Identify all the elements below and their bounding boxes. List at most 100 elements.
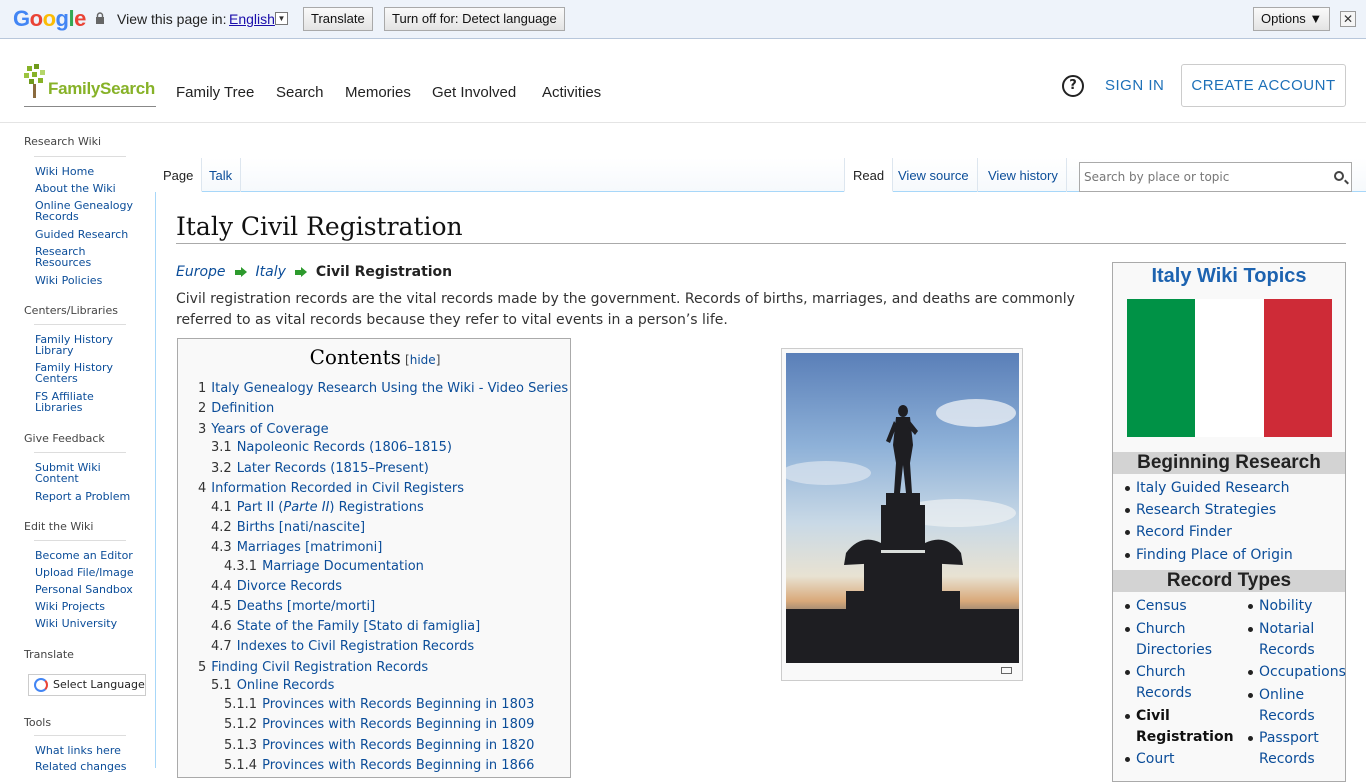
sidebar-item-upload-file[interactable]: Upload File/Image: [35, 567, 135, 578]
toc-item[interactable]: 4.3 Marriages [matrimoni]: [211, 540, 382, 555]
toc-item[interactable]: 4.3.1 Marriage Documentation: [224, 559, 424, 574]
infobox-link[interactable]: Record Finder: [1125, 522, 1232, 543]
statue-image-thumbnail[interactable]: [781, 348, 1023, 681]
sidebar-item-research-resources[interactable]: Research Resources: [35, 246, 135, 268]
create-account-button[interactable]: CREATE ACCOUNT: [1181, 64, 1346, 107]
infobox-link[interactable]: Italy Guided Research: [1125, 478, 1290, 499]
record-type-online-records[interactable]: Online Records: [1248, 685, 1315, 727]
search-icon[interactable]: [1334, 171, 1344, 181]
language-link[interactable]: English: [229, 11, 275, 27]
infobox-title[interactable]: Italy Wiki Topics: [1113, 263, 1345, 289]
sidebar-item-guided-research[interactable]: Guided Research: [35, 229, 135, 240]
record-type-passport[interactable]: Passport Records: [1248, 728, 1319, 770]
translate-button[interactable]: Translate: [303, 7, 373, 31]
sidebar-item-wiki-home[interactable]: Wiki Home: [35, 166, 135, 177]
breadcrumb-italy[interactable]: Italy: [256, 264, 286, 280]
language-dropdown-icon[interactable]: ▼: [275, 12, 288, 25]
link-line: Libraries: [35, 401, 83, 414]
record-type-court[interactable]: Court: [1124, 749, 1174, 770]
main-content: Italy Civil Registration Europe Italy Civi…: [155, 192, 1366, 782]
record-type-notarial[interactable]: Notarial Records: [1248, 619, 1315, 661]
toc-item[interactable]: 5.1.3 Provinces with Records Beginning in…: [224, 738, 534, 753]
toc-item[interactable]: 1 Italy Genealogy Research Using the Wiki…: [198, 381, 568, 396]
record-type-church-records[interactable]: Church Records: [1125, 662, 1192, 704]
record-type-census[interactable]: Census: [1125, 596, 1187, 617]
tab-talk[interactable]: Talk: [201, 158, 242, 192]
tab-view-history[interactable]: View history: [980, 158, 1067, 192]
sidebar-item-wiki-projects[interactable]: Wiki Projects: [35, 601, 135, 612]
toc-item-number: 4.3.1: [224, 559, 258, 574]
toc-item[interactable]: 3.1 Napoleonic Records (1806–1815): [211, 440, 452, 455]
toc-item[interactable]: 5.1.2 Provinces with Records Beginning in…: [224, 717, 534, 732]
nav-activities[interactable]: Activities: [542, 84, 601, 101]
toc-item[interactable]: 5.1.4 Provinces with Records Beginning in…: [224, 758, 534, 773]
sidebar-item-about-wiki[interactable]: About the Wiki: [35, 183, 135, 194]
sidebar-item-report-problem[interactable]: Report a Problem: [35, 491, 135, 502]
tab-page[interactable]: Page: [155, 158, 203, 192]
tab-view-source[interactable]: View source: [890, 158, 978, 192]
record-type-nobility[interactable]: Nobility: [1247, 596, 1312, 617]
nav-family-tree[interactable]: Family Tree: [176, 84, 254, 101]
toc-item[interactable]: 4.6 State of the Family [Stato di famigli…: [211, 619, 480, 634]
toc-item[interactable]: 4.4 Divorce Records: [211, 579, 342, 594]
help-icon[interactable]: ?: [1062, 75, 1084, 97]
familysearch-logo[interactable]: FamilySearch: [24, 64, 156, 107]
sidebar-item-what-links-here[interactable]: What links here: [35, 745, 135, 756]
sidebar-item-fs-affiliate[interactable]: FS Affiliate Libraries: [35, 391, 135, 413]
toc-item[interactable]: 4 Information Recorded in Civil Registers: [198, 481, 464, 496]
select-language-dropdown[interactable]: Select Language: [28, 674, 146, 696]
toc-item-number: 5.1.3: [224, 738, 258, 753]
sidebar-item-become-editor[interactable]: Become an Editor: [35, 550, 135, 561]
toc-item[interactable]: 3 Years of Coverage: [198, 422, 329, 437]
sidebar-divider: [34, 452, 126, 453]
sidebar-heading-tools: Tools: [24, 716, 52, 729]
toc-item-number: 3.1: [211, 440, 232, 455]
sidebar-item-personal-sandbox[interactable]: Personal Sandbox: [35, 584, 135, 595]
toc-item-text: Births [nati/nascite]: [236, 520, 366, 535]
toc-item-text: Finding Civil Registration Records: [211, 660, 429, 675]
sidebar-divider: [34, 540, 126, 541]
toc-title: Contents: [309, 345, 401, 369]
nav-search[interactable]: Search: [276, 84, 324, 101]
toc-item[interactable]: 2 Definition: [198, 401, 274, 416]
sidebar-item-related-changes[interactable]: Related changes: [35, 761, 135, 772]
sidebar-heading-feedback: Give Feedback: [24, 432, 105, 445]
nav-memories[interactable]: Memories: [345, 84, 411, 101]
sidebar-item-wiki-policies[interactable]: Wiki Policies: [35, 275, 135, 286]
sign-in-link[interactable]: SIGN IN: [1105, 77, 1164, 94]
david-statue-image[interactable]: [786, 353, 1019, 663]
toc-item[interactable]: 4.2 Births [nati/nascite]: [211, 520, 365, 535]
record-type-occupations[interactable]: Occupations: [1248, 662, 1346, 683]
sidebar-item-wiki-university[interactable]: Wiki University: [35, 618, 135, 629]
toc-item[interactable]: 5.1 Online Records: [211, 678, 334, 693]
infobox-link[interactable]: Finding Place of Origin: [1125, 545, 1293, 566]
toc-hide-link[interactable]: hide: [410, 353, 436, 367]
toc-item-text: Provinces with Records Beginning in 1820: [262, 738, 535, 753]
toc-item-number: 3: [198, 422, 207, 437]
turn-off-button[interactable]: Turn off for: Detect language: [384, 7, 565, 31]
toc-item[interactable]: 5 Finding Civil Registration Records: [198, 660, 428, 675]
nav-get-involved[interactable]: Get Involved: [432, 84, 516, 101]
search-placeholder: Search by place or topic: [1084, 170, 1230, 184]
toc-item[interactable]: 4.1 Part II (Parte II) Registrations: [211, 500, 424, 515]
options-button[interactable]: Options ▼: [1253, 7, 1331, 31]
google-g-icon: [34, 678, 48, 692]
sidebar-item-online-genealogy-records[interactable]: Online Genealogy Records: [35, 200, 135, 222]
toc-item[interactable]: 5.1.1 Provinces with Records Beginning in…: [224, 697, 534, 712]
record-type-church-directories[interactable]: Church Directories: [1124, 619, 1212, 661]
toc-item[interactable]: 3.2 Later Records (1815–Present): [211, 461, 429, 476]
flag-red-band: [1263, 299, 1332, 437]
table-of-contents: Contents [hide] 1 Italy Genealogy Researc…: [177, 338, 571, 778]
close-icon[interactable]: ✕: [1340, 11, 1356, 27]
breadcrumb-europe[interactable]: Europe: [176, 264, 226, 280]
enlarge-icon[interactable]: [1001, 667, 1012, 674]
sidebar-item-submit-content[interactable]: Submit Wiki Content: [35, 462, 135, 484]
toc-item-number: 4.3: [211, 540, 232, 555]
sidebar-item-fh-centers[interactable]: Family History Centers: [35, 362, 135, 384]
sidebar-item-fh-library[interactable]: Family History Library: [35, 334, 135, 356]
infobox-link[interactable]: Research Strategies: [1124, 500, 1276, 521]
toc-item[interactable]: 4.5 Deaths [morte/morti]: [211, 599, 375, 614]
tab-read[interactable]: Read: [844, 158, 894, 192]
wiki-search-input[interactable]: Search by place or topic: [1079, 162, 1352, 192]
toc-item[interactable]: 4.7 Indexes to Civil Registration Records: [211, 639, 474, 654]
